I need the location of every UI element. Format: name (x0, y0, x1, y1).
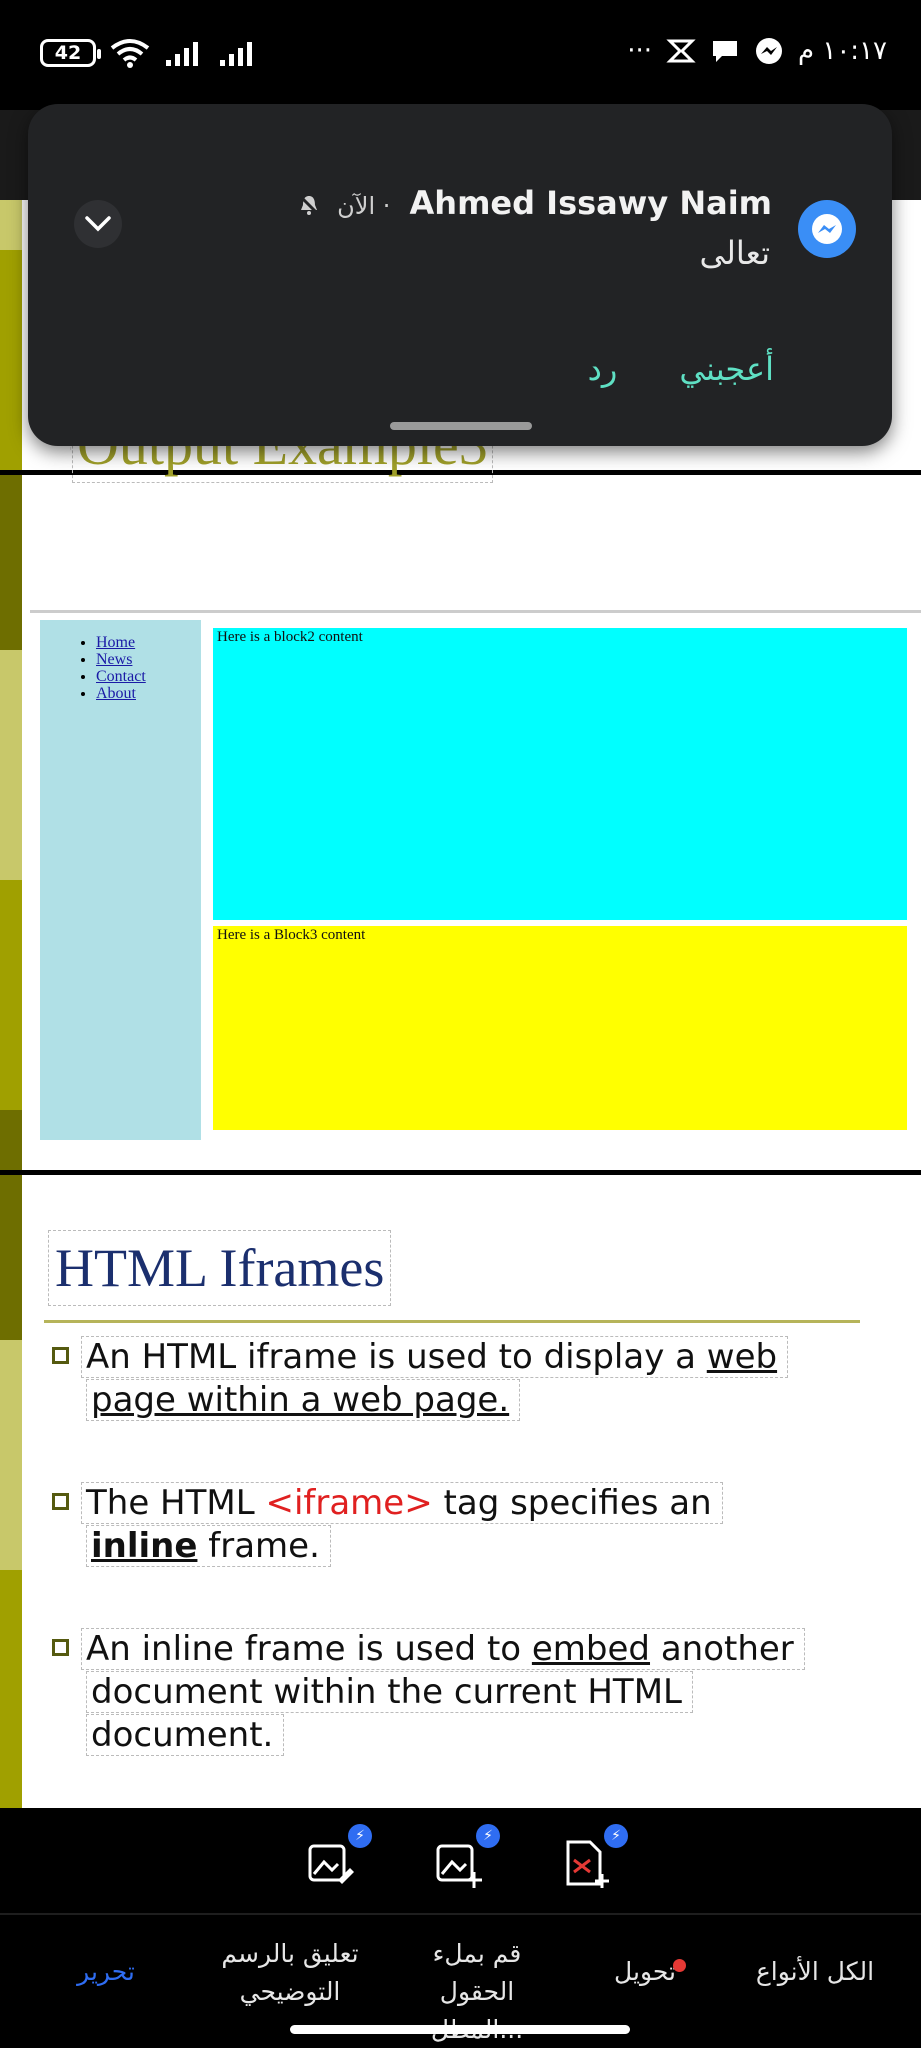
notification-actions: رد أعجبني (588, 350, 774, 388)
app-icon (666, 39, 696, 63)
bullet-text: tag specifies an (432, 1483, 712, 1523)
messenger-notification[interactable]: الآن · Ahmed Issawy Naim تعالى رد أعجبني (28, 104, 892, 446)
pdf-add-icon (566, 1840, 609, 1888)
pdf-add-tool[interactable]: ⚡ (560, 1824, 628, 1890)
clock: ١٠:١٧ م (798, 36, 887, 66)
slide-thumbnail-strip[interactable] (0, 110, 22, 1808)
title-rule (30, 610, 921, 613)
bullet-square-icon (52, 1639, 69, 1656)
bullet-underline: web (706, 1337, 778, 1377)
messenger-icon (812, 214, 842, 244)
nav-item-about[interactable]: About (96, 685, 201, 702)
bullet-square-icon (52, 1493, 69, 1510)
home-indicator[interactable] (290, 2025, 630, 2034)
nav-convert[interactable]: تحويل (600, 1935, 690, 1991)
bullet-text: document within the current HTML (86, 1671, 693, 1713)
block3-text: Here is a Block3 content (217, 927, 366, 943)
bullet-underline: embed (531, 1629, 651, 1669)
nav-link-about[interactable]: About (96, 685, 136, 702)
status-bar: 42 ··· ١٠:١٧ م (0, 0, 921, 110)
notification-dot (672, 1959, 686, 1972)
ai-badge-icon: ⚡ (604, 1824, 628, 1848)
slide-separator (0, 1170, 921, 1175)
block2-region: Here is a block2 content (213, 628, 907, 920)
sender-name: Ahmed Issawy Naim (409, 184, 772, 222)
nav-list: Home News Contact About (96, 634, 201, 702)
tools-row: ⚡ ⚡ ⚡ (0, 1808, 921, 1913)
notification-time: الآن · (337, 192, 391, 220)
more-indicator: ··· (627, 36, 652, 66)
drag-handle[interactable] (390, 422, 532, 430)
nav-edit[interactable]: تحرير (56, 1935, 156, 1991)
nav-label: قم بملء (432, 1939, 522, 1968)
nav-label: تعليق بالرسم (221, 1939, 359, 1968)
wifi-icon (110, 39, 150, 68)
bullet-text: The HTML (86, 1483, 266, 1523)
status-left: 42 (40, 38, 258, 68)
title-rule (44, 1320, 860, 1323)
ai-badge-icon: ⚡ (348, 1824, 372, 1848)
notification-message: تعالى (699, 234, 770, 272)
nav-label: الكل الأنواع (755, 1957, 875, 1986)
signal-icon (220, 42, 252, 66)
nav-link-home[interactable]: Home (96, 634, 135, 651)
bullet-square-icon (52, 1347, 69, 1364)
ai-badge-icon: ⚡ (476, 1824, 500, 1848)
iframe-tag: <iframe> (265, 1483, 433, 1523)
nav-link-news[interactable]: News (96, 651, 132, 668)
nav-label: التوضيحي (239, 1977, 341, 2006)
edit-image-tool[interactable]: ⚡ (304, 1824, 372, 1890)
bullet-text: another (650, 1629, 794, 1669)
block2-text: Here is a block2 content (217, 629, 363, 645)
status-right: ··· ١٠:١٧ م (627, 36, 887, 66)
like-action[interactable]: أعجبني (679, 350, 774, 388)
collapse-button[interactable] (74, 200, 122, 248)
chevron-down-icon (85, 216, 111, 232)
muted-bell-icon (298, 194, 320, 216)
slide-title: HTML Iframes (48, 1230, 392, 1306)
nav-annotate[interactable]: تعليق بالرسم التوضيحي (218, 1935, 362, 2011)
nav-all-types[interactable]: الكل الأنواع (740, 1935, 890, 1991)
nav-label: الحقول المطل... (431, 1977, 523, 2044)
nav-item-home[interactable]: Home (96, 634, 201, 651)
add-image-tool[interactable]: ⚡ (432, 1824, 500, 1890)
chat-icon (713, 41, 737, 62)
block3-region: Here is a Block3 content (213, 926, 907, 1130)
nav-link-contact[interactable]: Contact (96, 668, 146, 685)
reply-action[interactable]: رد (588, 350, 618, 388)
edit-image-icon (308, 1844, 354, 1884)
bullet-item: An HTML iframe is used to display a web … (52, 1336, 789, 1422)
bullet-text: frame. (197, 1526, 320, 1566)
nav-sidebar: Home News Contact About (40, 620, 201, 1140)
signal-icon (166, 42, 198, 66)
bullet-text: An inline frame is used to (86, 1629, 532, 1669)
nav-item-contact[interactable]: Contact (96, 668, 201, 685)
bullet-text: page within a web page. (86, 1379, 521, 1421)
nav-item-news[interactable]: News (96, 651, 201, 668)
bullet-text: document. (86, 1714, 285, 1756)
nav-label: تحويل (614, 1957, 676, 1986)
nav-label: تحرير (77, 1957, 135, 1986)
bullet-item: The HTML <iframe> tag specifies an inlin… (52, 1482, 723, 1568)
notification-header: الآن · Ahmed Issawy Naim (298, 184, 772, 222)
bullet-bold: inline (91, 1526, 198, 1566)
battery-indicator: 42 (40, 39, 101, 67)
messenger-app-icon (798, 200, 856, 258)
add-image-icon (436, 1844, 482, 1888)
bullet-text: An HTML iframe is used to display a (86, 1337, 707, 1377)
messenger-icon (756, 38, 782, 64)
bullet-item: An inline frame is used to embed another… (52, 1628, 805, 1757)
